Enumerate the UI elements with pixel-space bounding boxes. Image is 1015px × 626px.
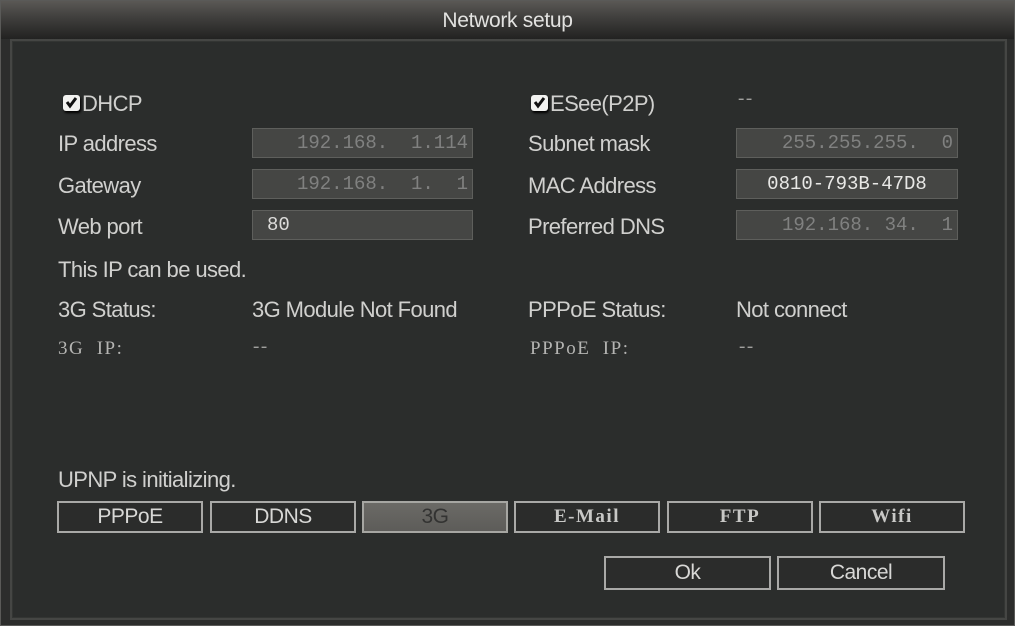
3g-status-value: 3G Module Not Found <box>252 297 458 322</box>
preferred-dns-field[interactable]: 192.168. 34. 1 <box>736 210 958 240</box>
checkmark-icon <box>531 95 548 111</box>
gateway-field[interactable]: 192.168. 1. 1 <box>252 169 473 199</box>
dhcp-checkbox[interactable]: DHCP <box>63 91 153 116</box>
esee-label: ESee(P2P) <box>550 91 655 116</box>
tab-pppoe[interactable]: PPPoE <box>57 501 203 533</box>
web-port-field[interactable]: 80 <box>252 210 473 240</box>
mac-address-field[interactable]: 0810-793B-47D8 <box>736 169 958 199</box>
window-title: Network setup <box>1 1 1014 39</box>
tab-email[interactable]: E-Mail <box>514 501 660 533</box>
3g-ip-label: 3G IP: <box>58 338 124 359</box>
mac-address-label: MAC Address <box>528 173 657 198</box>
pppoe-ip-value: -- <box>739 336 755 357</box>
dhcp-label: DHCP <box>82 91 143 116</box>
ip-address-label: IP address <box>58 131 157 156</box>
esee-checkbox[interactable]: ESee(P2P) <box>531 91 671 116</box>
upnp-status-message: UPNP is initializing. <box>58 467 236 492</box>
pppoe-ip-label: PPPoE IP: <box>530 338 630 359</box>
tab-ftp[interactable]: FTP <box>667 501 813 533</box>
pppoe-status-label: PPPoE Status: <box>528 297 666 322</box>
subnet-mask-field[interactable]: 255.255.255. 0 <box>736 128 958 158</box>
preferred-dns-label: Preferred DNS <box>528 214 665 239</box>
esee-value: -- <box>738 88 754 109</box>
3g-ip-value: -- <box>253 336 269 357</box>
pppoe-status-value: Not connect <box>736 297 847 322</box>
web-port-label: Web port <box>58 214 143 239</box>
3g-status-label: 3G Status: <box>58 297 157 322</box>
tab-3g[interactable]: 3G <box>362 501 508 533</box>
gateway-label: Gateway <box>58 173 141 198</box>
cancel-button[interactable]: Cancel <box>777 556 945 590</box>
tab-ddns[interactable]: DDNS <box>210 501 356 533</box>
ok-button[interactable]: Ok <box>604 556 771 590</box>
checkmark-icon <box>63 95 80 111</box>
network-setup-window: Network setup DHCP ESee(P2P) -- IP addre… <box>0 0 1015 626</box>
subnet-mask-label: Subnet mask <box>528 131 650 156</box>
ip-address-field[interactable]: 192.168. 1.114 <box>252 128 473 158</box>
tab-wifi[interactable]: Wifi <box>819 501 965 533</box>
ip-status-message: This IP can be used. <box>58 257 247 282</box>
